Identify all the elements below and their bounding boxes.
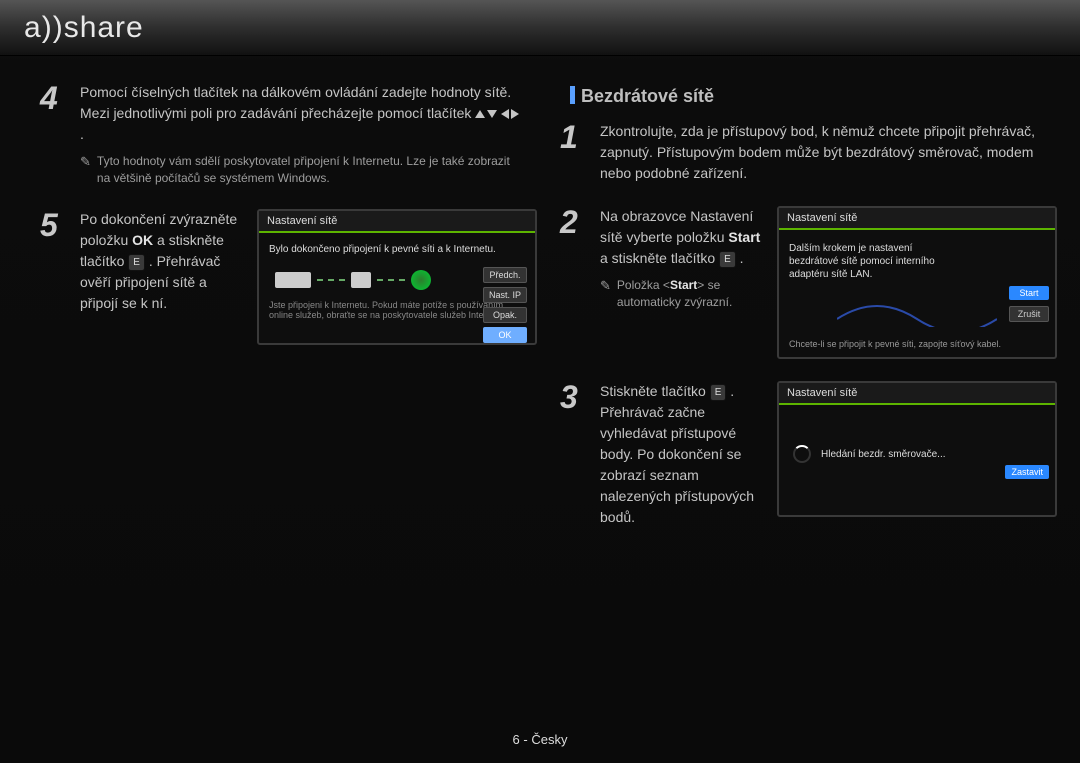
app-header: a ) ) share bbox=[0, 0, 1080, 56]
stop-button[interactable]: Zastavit bbox=[1005, 465, 1049, 479]
enter-key-icon: E bbox=[719, 251, 736, 268]
note-icon: ✎ bbox=[600, 277, 611, 311]
step-4-note-text: Tyto hodnoty vám sdělí poskytovatel přip… bbox=[97, 153, 520, 187]
page-number: 6 - Česky bbox=[0, 732, 1080, 747]
step-2: 2 Na obrazovce Nastavení sítě vyberte po… bbox=[560, 206, 1040, 359]
step-4-note: ✎ Tyto hodnoty vám sdělí poskytovatel př… bbox=[80, 153, 520, 187]
logo-left-paren: ) bbox=[42, 11, 53, 45]
manual-page: a ) ) share 4 Pomocí číselných tlačítek … bbox=[0, 0, 1080, 763]
cancel-button[interactable]: Zrušit bbox=[1009, 306, 1049, 322]
start-button[interactable]: Start bbox=[1009, 286, 1049, 300]
step-4: 4 Pomocí číselných tlačítek na dálkovém … bbox=[40, 82, 520, 187]
panel-network-done: Nastavení sítě Bylo dokončeno připojení … bbox=[257, 209, 537, 345]
panel-title: Nastavení sítě bbox=[259, 211, 535, 233]
panel-title: Nastavení sítě bbox=[779, 208, 1055, 230]
step-number: 4 bbox=[40, 82, 66, 187]
content-columns: 4 Pomocí číselných tlačítek na dálkovém … bbox=[0, 56, 1080, 550]
panel-searching: Nastavení sítě Hledání bezdr. směrovače.… bbox=[777, 381, 1057, 517]
panel-message: Bylo dokončeno připojení k pevné síti a … bbox=[269, 243, 525, 256]
wireless-wave-icon bbox=[837, 299, 997, 327]
searching-text: Hledání bezdr. směrovače... bbox=[821, 449, 946, 460]
step-number: 3 bbox=[560, 381, 586, 528]
logo-share: share bbox=[64, 11, 144, 45]
right-column: Bezdrátové sítě 1 Zkontrolujte, zda je p… bbox=[560, 82, 1040, 550]
panel-wireless-start: Nastavení sítě Dalším krokem je nastaven… bbox=[777, 206, 1057, 359]
dpad-arrows-icon bbox=[475, 109, 519, 119]
note-icon: ✎ bbox=[80, 153, 91, 187]
enter-key-icon: E bbox=[128, 254, 145, 271]
step-number: 2 bbox=[560, 206, 586, 359]
ok-button[interactable]: OK bbox=[483, 327, 527, 343]
enter-key-icon: E bbox=[710, 384, 727, 401]
panel-hint: Chcete-li se připojit k pevné síti, zapo… bbox=[789, 339, 1045, 349]
step-3: 3 Stiskněte tlačítko E . Přehrávač začne… bbox=[560, 381, 1040, 528]
spinner-icon bbox=[793, 445, 811, 463]
wireless-section-title: Bezdrátové sítě bbox=[570, 86, 1040, 107]
step-4-body: Pomocí číselných tlačítek na dálkovém ov… bbox=[80, 82, 520, 187]
title-accent-bar-icon bbox=[570, 86, 575, 104]
left-column: 4 Pomocí číselných tlačítek na dálkovém … bbox=[40, 82, 520, 550]
retry-button[interactable]: Opak. bbox=[483, 307, 527, 323]
step-1-body: Zkontrolujte, zda je přístupový bod, k n… bbox=[600, 121, 1040, 184]
step-2-body: Na obrazovce Nastavení sítě vyberte polo… bbox=[600, 206, 765, 311]
prev-button[interactable]: Předch. bbox=[483, 267, 527, 283]
logo-right-paren: ) bbox=[53, 11, 64, 45]
panel-message: Dalším krokem je nastavení bezdrátové sí… bbox=[789, 242, 959, 281]
step-4-text: Pomocí číselných tlačítek na dálkovém ov… bbox=[80, 84, 511, 121]
step-number: 5 bbox=[40, 209, 66, 345]
ip-settings-button[interactable]: Nast. IP bbox=[483, 287, 527, 303]
logo-a: a bbox=[24, 11, 42, 45]
panel-title: Nastavení sítě bbox=[779, 383, 1055, 405]
step-1: 1 Zkontrolujte, zda je přístupový bod, k… bbox=[560, 121, 1040, 184]
step-3-body: Stiskněte tlačítko E . Přehrávač začne v… bbox=[600, 381, 765, 528]
allshare-logo: a ) ) share bbox=[24, 11, 144, 45]
step-2-note: ✎ Položka <Start> se automaticky zvýrazn… bbox=[600, 277, 765, 311]
step-5-body: Po dokončení zvýrazněte položku OK a sti… bbox=[80, 209, 245, 314]
step-5: 5 Po dokončení zvýrazněte položku OK a s… bbox=[40, 209, 520, 345]
step-number: 1 bbox=[560, 121, 586, 184]
